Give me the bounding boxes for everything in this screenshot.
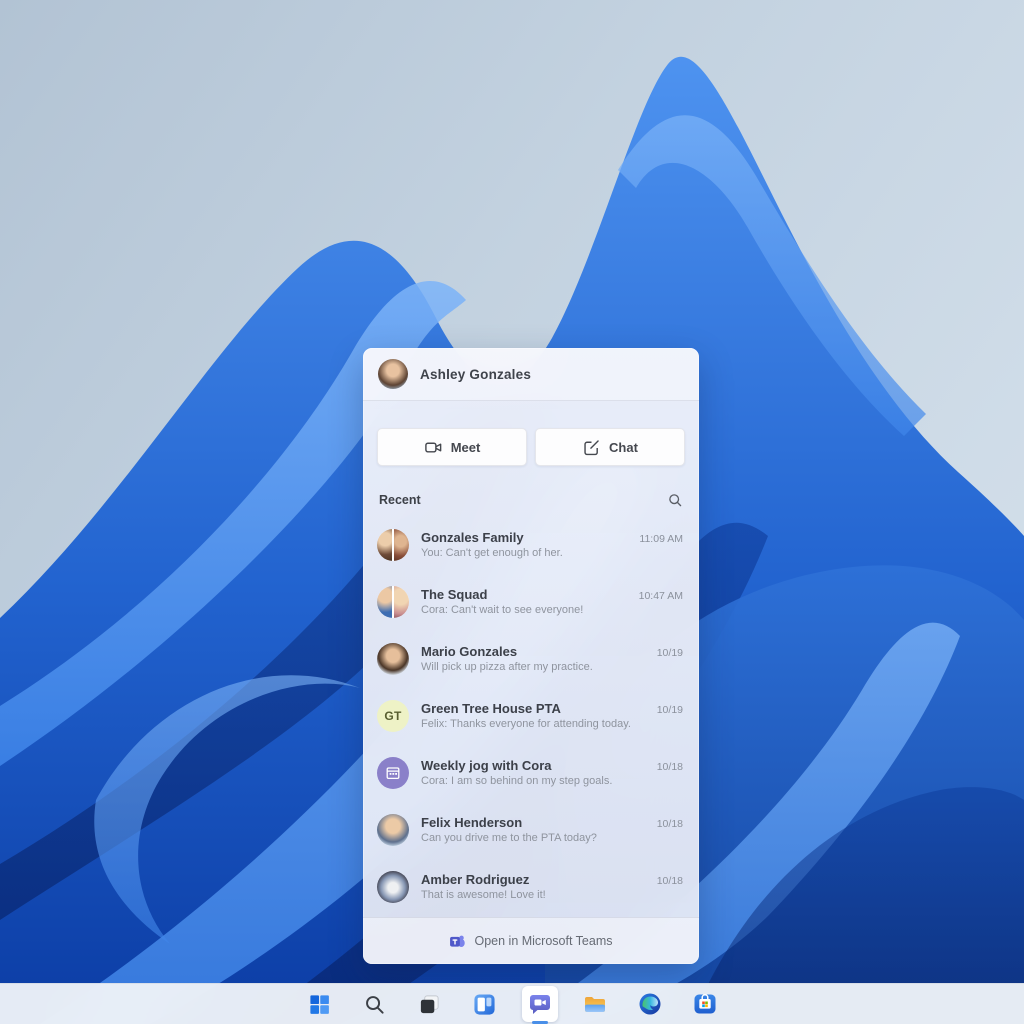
flyout-header: Ashley Gonzales [363,348,699,401]
conversation-row[interactable]: Gonzales Family 11:09 AM You: Can't get … [363,516,699,573]
chat-button[interactable]: Chat [535,428,685,466]
conversation-preview: You: Can't get enough of her. [421,547,683,559]
conversation-list: Gonzales Family 11:09 AM You: Can't get … [363,516,699,917]
conversation-text: Felix Henderson 10/18 Can you drive me t… [421,815,683,844]
conversation-name: Weekly jog with Cora [421,758,552,773]
avatar-photo-left [377,586,392,618]
conversation-row[interactable]: Weekly jog with Cora 10/18 Cora: I am so… [363,744,699,801]
conversation-time: 10/19 [657,647,683,659]
conversation-preview: Will pick up pizza after my practice. [421,661,683,673]
conversation-name: Amber Rodriguez [421,872,529,887]
widgets-icon [473,993,496,1016]
windows-start-icon [308,993,331,1016]
conversation-avatar [377,586,409,618]
conversation-time: 10/18 [657,875,683,887]
conversation-text: Mario Gonzales 10/19 Will pick up pizza … [421,644,683,673]
conversation-row[interactable]: The Squad 10:47 AM Cora: Can't wait to s… [363,573,699,630]
search-icon [363,993,386,1016]
conversation-preview: Felix: Thanks everyone for attending tod… [421,718,683,730]
conversation-name: Green Tree House PTA [421,701,561,716]
conversation-name: Mario Gonzales [421,644,517,659]
teams-icon [449,933,466,950]
file-explorer-icon [583,992,607,1016]
meet-label: Meet [451,440,481,455]
compose-icon [582,438,601,457]
desktop: { "flyout": { "header": { "name": "Ashle… [0,0,1024,1024]
task-view-icon [418,993,441,1016]
conversation-name: Gonzales Family [421,530,524,545]
conversation-text: The Squad 10:47 AM Cora: Can't wait to s… [421,587,683,616]
conversation-text: Gonzales Family 11:09 AM You: Can't get … [421,530,683,559]
widgets-button[interactable] [467,986,503,1022]
meet-button[interactable]: Meet [377,428,527,466]
recent-label: Recent [379,493,421,507]
video-camera-icon [424,438,443,457]
search-button[interactable] [357,986,393,1022]
task-view-button[interactable] [412,986,448,1022]
conversation-row[interactable]: Mario Gonzales 10/19 Will pick up pizza … [363,630,699,687]
avatar-initials: GT [384,709,401,723]
edge-icon [638,992,662,1016]
chat-label: Chat [609,440,638,455]
open-in-teams-label: Open in Microsoft Teams [474,934,612,948]
avatar-photo-right [394,529,409,561]
microsoft-store-button[interactable] [687,986,723,1022]
recent-row: Recent [363,466,699,516]
conversation-preview: Cora: Can't wait to see everyone! [421,604,683,616]
teams-chat-flyout: Ashley Gonzales Meet Chat Recent [363,348,699,964]
conversation-preview: That is awesome! Love it! [421,889,683,901]
conversation-name: The Squad [421,587,487,602]
conversation-row[interactable]: GT Green Tree House PTA 10/19 Felix: Tha… [363,687,699,744]
conversation-time: 10/18 [657,818,683,830]
conversation-avatar: GT [377,700,409,732]
conversation-preview: Cora: I am so behind on my step goals. [421,775,683,787]
open-in-teams-button[interactable]: Open in Microsoft Teams [363,917,699,964]
conversation-text: Weekly jog with Cora 10/18 Cora: I am so… [421,758,683,787]
conversation-time: 10/18 [657,761,683,773]
teams-chat-icon [528,992,552,1016]
avatar-photo-left [377,529,392,561]
edge-button[interactable] [632,986,668,1022]
conversation-name: Felix Henderson [421,815,522,830]
conversation-time: 11:09 AM [639,533,683,545]
conversation-row[interactable]: Amber Rodriguez 10/18 That is awesome! L… [363,858,699,915]
conversation-text: Green Tree House PTA 10/19 Felix: Thanks… [421,701,683,730]
conversation-avatar [377,814,409,846]
teams-chat-button[interactable] [522,986,558,1022]
microsoft-store-icon [693,992,717,1016]
conversation-time: 10:47 AM [639,590,683,602]
calendar-icon [385,765,401,781]
conversation-row[interactable]: Felix Henderson 10/18 Can you drive me t… [363,801,699,858]
conversation-text: Amber Rodriguez 10/18 That is awesome! L… [421,872,683,901]
file-explorer-button[interactable] [577,986,613,1022]
conversation-preview: Can you drive me to the PTA today? [421,832,683,844]
conversation-time: 10/19 [657,704,683,716]
conversation-avatar [377,529,409,561]
conversation-avatar [377,757,409,789]
user-avatar [378,359,408,389]
user-name: Ashley Gonzales [420,367,531,382]
conversation-avatar [377,643,409,675]
conversation-avatar [377,871,409,903]
search-icon[interactable] [667,492,683,508]
taskbar [0,983,1024,1024]
actions-row: Meet Chat [363,401,699,466]
start-button[interactable] [302,986,338,1022]
avatar-photo-right [394,586,409,618]
